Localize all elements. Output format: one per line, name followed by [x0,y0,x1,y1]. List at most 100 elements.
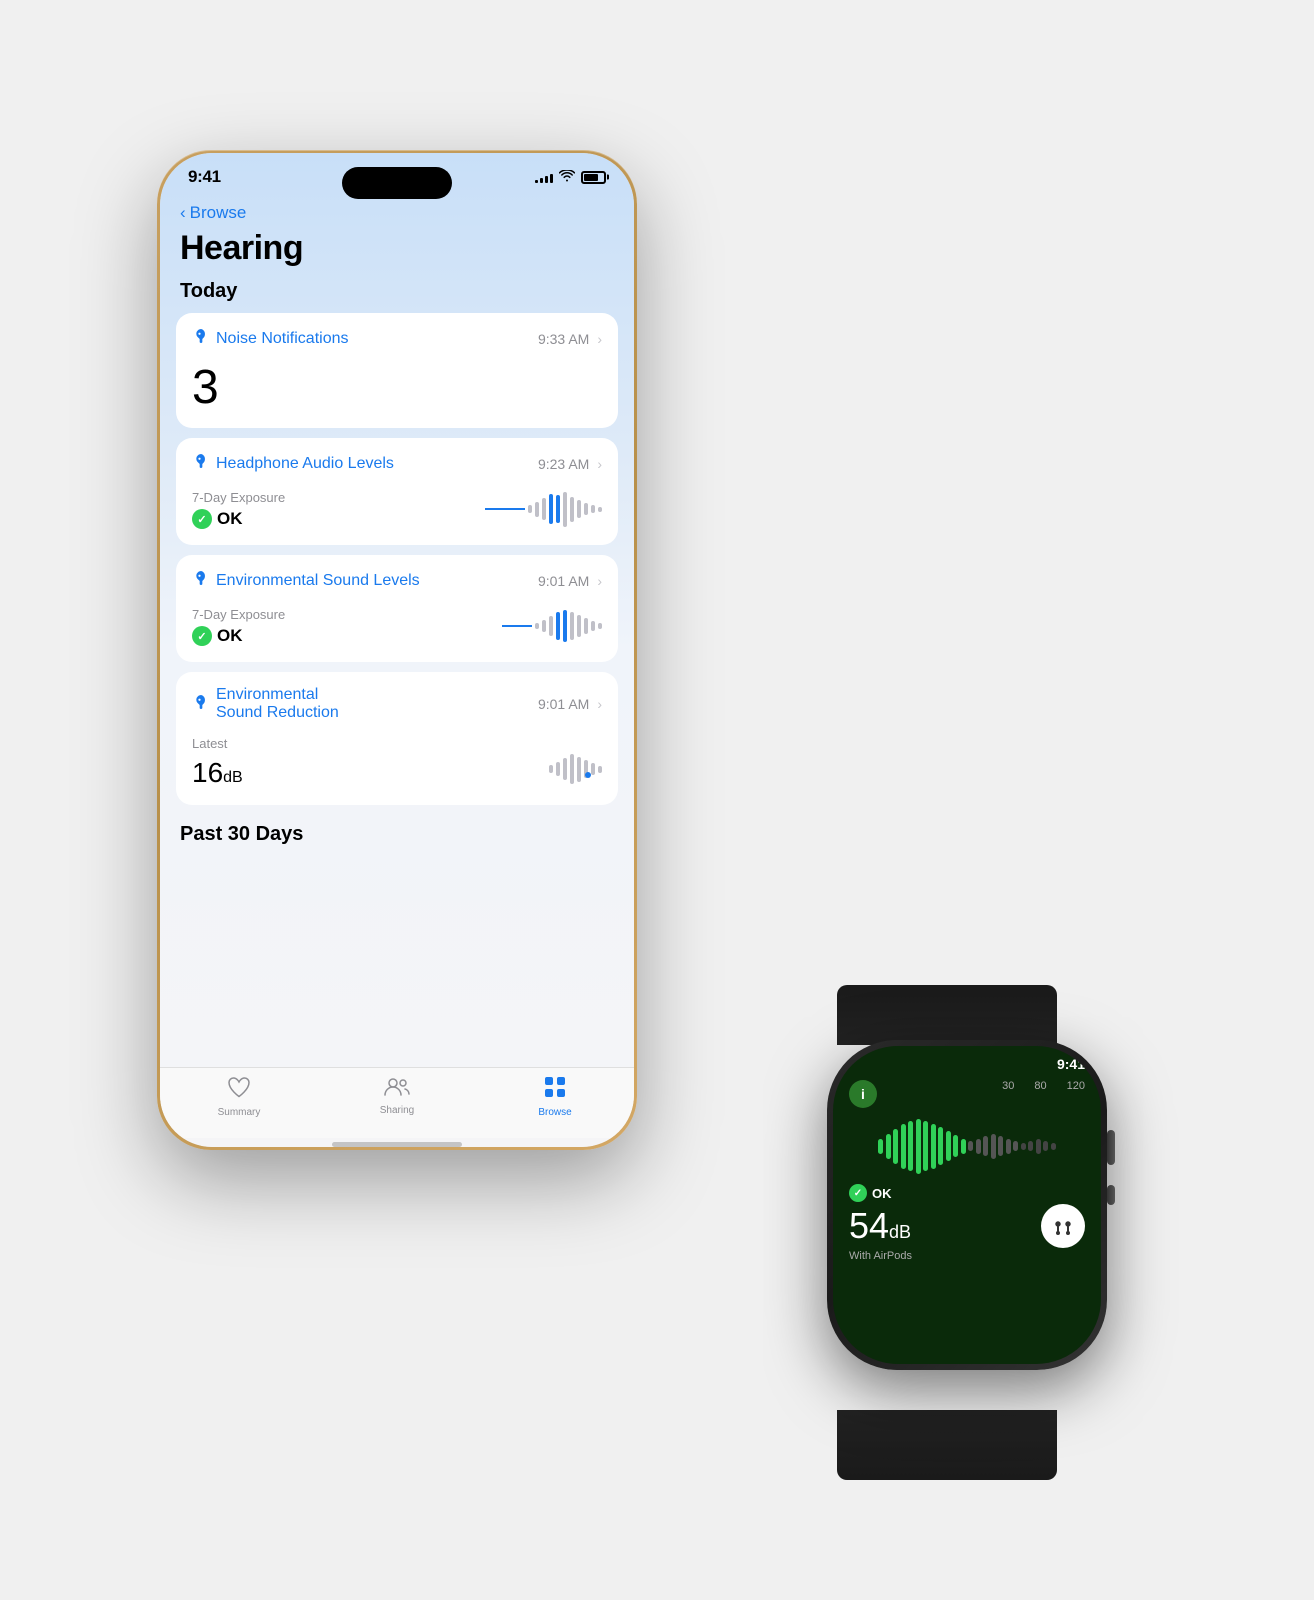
env-sound-exposure-label: 7-Day Exposure [192,607,285,622]
db-unit: dB [223,769,243,786]
env-sound-header: Environmental Sound Levels 9:01 AM › [176,555,618,602]
watch-time: 9:41 [1057,1056,1085,1072]
tab-summary-label: Summary [218,1107,261,1118]
watch-body: 9:41 i 30 80 120 [827,1040,1107,1370]
watch-db-scale: 30 80 120 [1002,1080,1085,1092]
env-sound-body: 7-Day Exposure ✓ OK [176,602,618,662]
env-reduction-ear-icon [192,693,210,716]
headphone-exposure-row: 7-Day Exposure ✓ OK [192,489,602,529]
watch-with-airpods-label: With AirPods [849,1250,1085,1262]
watch-airpods-icon [1041,1204,1085,1248]
tab-sharing[interactable]: Sharing [318,1076,476,1118]
watch-db-number: 54 [849,1205,889,1246]
tab-browse-label: Browse [538,1107,571,1118]
environmental-sound-card[interactable]: Environmental Sound Levels 9:01 AM › [176,555,618,662]
watch-crown [1107,1130,1115,1165]
noise-body: 3 [176,360,618,428]
env-reduction-header: EnvironmentalSound Reduction 9:01 AM › [176,672,618,732]
noise-notifications-header: Noise Notifications 9:33 AM › [176,313,618,360]
db-number: 16 [192,757,223,788]
iphone-device: 9:41 [157,150,637,1150]
env-reduction-label: EnvironmentalSound Reduction [216,686,339,722]
iphone-inner: 9:41 [160,153,634,1147]
env-sound-time: 9:01 AM [538,573,589,589]
env-reduction-title: EnvironmentalSound Reduction [192,686,339,722]
watch-screen: 9:41 i 30 80 120 [833,1046,1101,1364]
tab-bar: Summary Sharing [160,1067,634,1138]
env-sound-exposure-left: 7-Day Exposure ✓ OK [192,607,285,646]
noise-time-group: 9:33 AM › [538,331,602,347]
headphone-ok-badge: ✓ OK [192,509,285,529]
headphone-waveform [485,489,602,529]
scale-80: 80 [1034,1080,1046,1092]
headphone-ok-text: OK [217,509,243,529]
iphone-screen: 9:41 [160,153,634,1147]
noise-chevron-icon: › [597,331,602,347]
scene: 9:41 [107,100,1207,1500]
noise-notifications-card[interactable]: Noise Notifications 9:33 AM › 3 [176,313,618,428]
noise-notifications-label: Noise Notifications [216,330,349,348]
status-icons [535,170,606,185]
env-sound-ok-icon: ✓ [192,626,212,646]
env-reduction-card[interactable]: EnvironmentalSound Reduction 9:01 AM › [176,672,618,805]
page-title: Hearing [160,227,634,280]
watch-status-bar: 9:41 [833,1046,1101,1076]
watch-db-unit: dB [889,1222,911,1242]
headphone-audio-card[interactable]: Headphone Audio Levels 9:23 AM › [176,438,618,545]
latest-label: Latest [192,736,243,751]
scroll-content: Today [160,280,634,1067]
status-time: 9:41 [188,167,221,187]
wifi-icon [559,170,575,185]
watch-ok-row: ✓ OK [849,1184,1085,1202]
watch-waveform [849,1116,1085,1176]
headphone-chevron-icon: › [597,456,602,472]
tab-summary[interactable]: Summary [160,1076,318,1118]
scale-120: 120 [1067,1080,1085,1092]
env-reduction-waveform [549,749,602,789]
headphone-exposure-left: 7-Day Exposure ✓ OK [192,490,285,529]
watch-ok-icon: ✓ [849,1184,867,1202]
content-area: ‹ Browse Hearing Today [160,195,634,1067]
headphone-ear-icon [192,452,210,475]
env-reduction-time: 9:01 AM [538,696,589,712]
env-sound-chevron-icon: › [597,573,602,589]
watch-info-button[interactable]: i [849,1080,877,1108]
watch-content: i 30 80 120 [833,1076,1101,1364]
home-indicator [332,1142,462,1147]
sharing-people-icon [384,1076,410,1102]
env-reduction-chevron-icon: › [597,696,602,712]
noise-time: 9:33 AM [538,331,589,347]
watch-header-row: i 30 80 120 [849,1080,1085,1108]
headphone-title: Headphone Audio Levels [192,452,394,475]
back-navigation[interactable]: ‹ Browse [160,195,634,227]
env-reduction-body: Latest 16dB [176,732,618,805]
env-sound-waveform [502,606,602,646]
env-reduction-left: Latest 16dB [192,736,243,789]
tab-browse[interactable]: Browse [476,1076,634,1118]
headphone-body: 7-Day Exposure ✓ OK [176,485,618,545]
env-reduction-row: Latest 16dB [192,736,602,789]
back-label: Browse [190,203,247,223]
headphone-label: Headphone Audio Levels [216,455,394,473]
back-chevron-icon: ‹ [180,203,186,223]
env-reduction-time-group: 9:01 AM › [538,696,602,712]
headphone-exposure-label: 7-Day Exposure [192,490,285,505]
watch-band-bottom [837,1410,1057,1480]
summary-heart-icon [227,1076,251,1104]
watch-db-display: 54dB [849,1208,911,1244]
headphone-time: 9:23 AM [538,456,589,472]
watch-band-top [837,985,1057,1045]
watch-db-row: 54dB [849,1204,1085,1248]
noise-notifications-title: Noise Notifications [192,327,349,350]
noise-count: 3 [192,364,602,412]
browse-grid-icon [544,1076,566,1104]
scale-30: 30 [1002,1080,1014,1092]
env-sound-label: Environmental Sound Levels [216,572,420,590]
watch-side-button [1107,1185,1115,1205]
past-30-days-header: Past 30 Days [176,815,618,850]
tab-sharing-label: Sharing [380,1105,414,1116]
env-sound-ok-text: OK [217,626,243,646]
env-sound-ear-icon [192,569,210,592]
battery-icon [581,171,606,184]
dynamic-island [342,167,452,199]
